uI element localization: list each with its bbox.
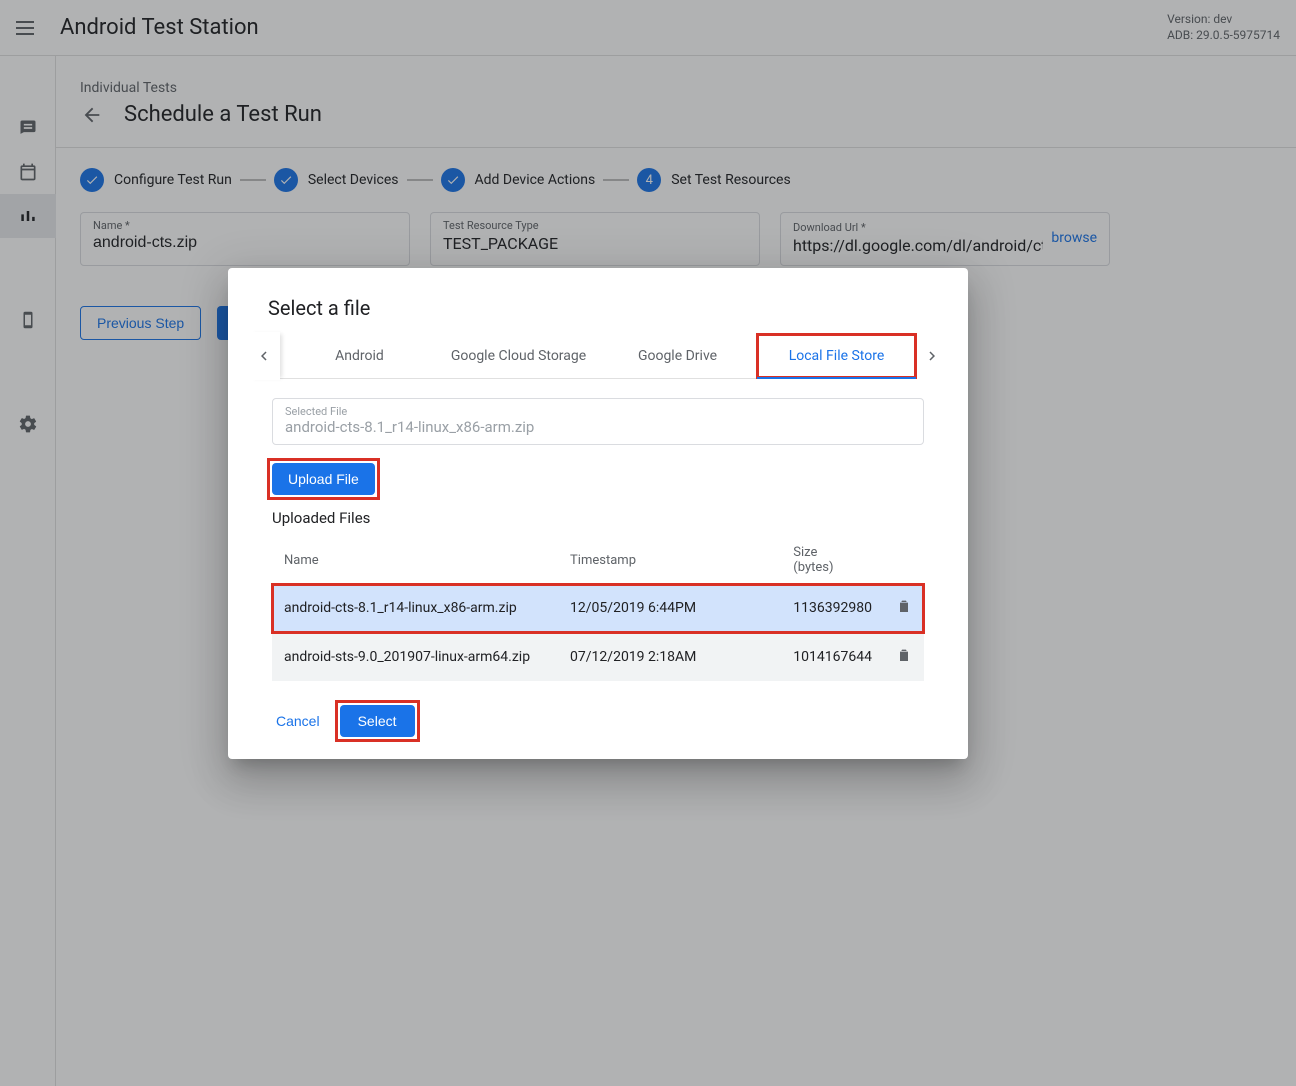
tabs-scroll-left-icon[interactable]: [248, 332, 280, 380]
col-timestamp: Timestamp: [558, 537, 781, 584]
col-size: Size (bytes): [781, 537, 884, 584]
tab-android[interactable]: Android: [280, 334, 439, 378]
table-row[interactable]: android-sts-9.0_201907-linux-arm64.zip 0…: [272, 633, 924, 682]
file-timestamp: 12/05/2019 6:44PM: [558, 584, 781, 633]
cancel-button[interactable]: Cancel: [266, 705, 330, 737]
dialog-title: Select a file: [248, 296, 948, 332]
uploaded-files-heading: Uploaded Files: [272, 509, 924, 527]
source-tabs: Android Google Cloud Storage Google Driv…: [280, 334, 916, 379]
file-timestamp: 07/12/2019 2:18AM: [558, 633, 781, 682]
upload-file-button[interactable]: Upload File: [272, 463, 375, 495]
select-button[interactable]: Select: [340, 705, 415, 737]
file-size: 1014167644: [781, 633, 884, 682]
file-name: android-cts-8.1_r14-linux_x86-arm.zip: [272, 584, 558, 633]
file-name: android-sts-9.0_201907-linux-arm64.zip: [272, 633, 558, 682]
tab-local-file-store[interactable]: Local File Store: [757, 334, 916, 378]
file-size: 1136392980: [781, 584, 884, 633]
tabs-scroll-right-icon[interactable]: [916, 332, 948, 380]
table-row[interactable]: android-cts-8.1_r14-linux_x86-arm.zip 12…: [272, 584, 924, 633]
delete-icon[interactable]: [896, 647, 912, 663]
select-file-dialog: Select a file Android Google Cloud Stora…: [228, 268, 968, 759]
tab-gcs[interactable]: Google Cloud Storage: [439, 334, 598, 378]
selected-file-value: android-cts-8.1_r14-linux_x86-arm.zip: [285, 418, 911, 436]
uploaded-files-table: Name Timestamp Size (bytes) android-cts-…: [272, 537, 924, 681]
selected-file-label: Selected File: [285, 405, 911, 418]
col-name: Name: [272, 537, 558, 584]
selected-file-field[interactable]: Selected File android-cts-8.1_r14-linux_…: [272, 398, 924, 445]
tab-drive[interactable]: Google Drive: [598, 334, 757, 378]
delete-icon[interactable]: [896, 598, 912, 614]
